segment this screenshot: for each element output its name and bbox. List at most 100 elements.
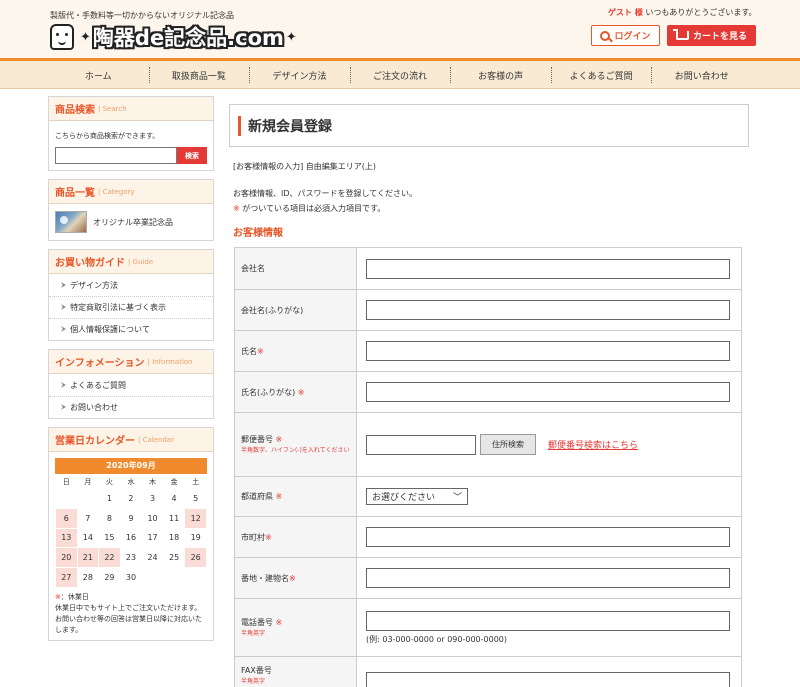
cart-icon: [672, 29, 689, 40]
view-cart-button[interactable]: カートを見る: [667, 25, 756, 46]
guest-name: ゲスト 様: [608, 8, 643, 17]
label-pref: 都道府県 ※: [234, 476, 357, 517]
nav-item-voices[interactable]: お客様の声: [450, 61, 551, 89]
form-row-company-kana: 会社名(ふりがな): [234, 289, 742, 331]
calendar-day: 15: [98, 527, 121, 549]
info-link-faq[interactable]: よくあるご質問: [49, 374, 213, 396]
calendar-blank: [55, 488, 78, 509]
label-name-kana: 氏名(ふりがな) ※: [234, 371, 357, 413]
street-input[interactable]: [366, 568, 730, 588]
info-link-contact[interactable]: お問い合わせ: [49, 396, 213, 418]
calendar-grid: 日月火水木金土 1 2 3 4 5 6 7 8 9 10 11 12 13 14 15 16 17 18 19 20 2…: [55, 474, 207, 588]
zip-input[interactable]: [366, 434, 476, 455]
form-row-city: 市町村※: [234, 516, 742, 558]
calendar-day: 3: [141, 488, 164, 509]
calendar-title: 営業日カレンダー: [55, 436, 135, 447]
calendar-day: 7: [76, 507, 100, 529]
calendar-day: 23: [119, 547, 143, 569]
nav-item-order-flow[interactable]: ご注文の流れ: [349, 61, 451, 89]
search-title: 商品検索: [55, 105, 95, 116]
info-box: インフォメーション | Information よくあるご質問 お問い合わせ: [48, 349, 214, 419]
search-input[interactable]: [55, 147, 177, 164]
category-item[interactable]: オリジナル卒業記念品: [49, 204, 213, 240]
tel-input[interactable]: [366, 610, 730, 631]
calendar-day: 9: [119, 507, 143, 529]
calendar-note: ※：休業日 休業日中でもサイト上でご注文いただけます。お問い合わせ等の回答は営業…: [55, 592, 207, 636]
site-logo[interactable]: ✦ 陶器de記念品.com ✦: [50, 22, 299, 52]
sidebar: 商品検索 | Search こちらから商品検索ができます。 検索 商品一覧 | …: [48, 96, 214, 649]
main-content: 新規会員登録 [お客様情報の入力] 自由編集エリア(上) お客様情報、ID、パス…: [229, 104, 749, 687]
nav-item-products[interactable]: 取扱商品一覧: [148, 61, 250, 89]
calendar-blank: [76, 488, 100, 509]
greeting-text: いつもありがとうございます。: [645, 8, 757, 17]
company-input[interactable]: [366, 258, 730, 279]
company-kana-input[interactable]: [366, 300, 730, 320]
nav-item-faq[interactable]: よくあるご質問: [550, 61, 652, 89]
city-input[interactable]: [366, 527, 730, 547]
page-title-text: 新規会員登録: [238, 115, 332, 136]
label-zip: 郵便番号 ※ 半角数字、ハイフン(-)を入れてください: [234, 412, 357, 477]
calendar-day: 12: [184, 507, 207, 529]
label-company: 会社名: [234, 247, 357, 290]
form-row-street: 番地・建物名※: [234, 557, 742, 599]
category-item-label: オリジナル卒業記念品: [93, 217, 173, 227]
name-kana-input[interactable]: [366, 382, 730, 402]
calendar-day: 17: [141, 527, 164, 549]
search-description: こちらから商品検索ができます。: [55, 132, 160, 140]
calendar-header: 営業日カレンダー | Calendar: [49, 428, 213, 452]
tel-note: 半角英字: [241, 630, 266, 637]
nav-item-home[interactable]: ホーム: [48, 61, 149, 89]
calendar-day: 5: [184, 488, 207, 509]
calendar-day: 26: [184, 547, 207, 569]
form-row-zip: 郵便番号 ※ 半角数字、ハイフン(-)を入れてください 住所検索 郵便番号検索は…: [234, 412, 742, 477]
site-tagline: 製版代・手数料等一切かからないオリジナル記念品: [50, 11, 234, 20]
calendar-day: 22: [98, 547, 121, 569]
login-label: ログイン: [614, 32, 651, 42]
search-button[interactable]: 検索: [177, 147, 207, 164]
label-company-kana: 会社名(ふりがな): [234, 289, 357, 331]
form-row-pref: 都道府県 ※ お選びください ﹀: [234, 476, 742, 517]
calendar-weekday: 火: [98, 474, 121, 489]
form-row-tel: 電話番号 ※ 半角英字 (例: 03-000-0000 or 090-000-0…: [234, 598, 742, 657]
form-row-fax: FAX番号 半角英字: [234, 656, 742, 687]
form-row-name: 氏名※: [234, 330, 742, 372]
guide-link-design[interactable]: デザイン方法: [49, 274, 213, 296]
name-input[interactable]: [366, 341, 730, 361]
calendar-blank: [162, 567, 186, 588]
label-city: 市町村※: [234, 516, 357, 558]
zip-search-link[interactable]: 郵便番号検索はこちら: [548, 438, 638, 451]
calendar-day: 1: [98, 488, 121, 509]
calendar-day: 13: [55, 527, 78, 549]
guide-box: お買い物ガイド | Guide デザイン方法 特定商取引法に基づく表示 個人情報…: [48, 249, 214, 341]
guide-link-privacy[interactable]: 個人情報保護について: [49, 318, 213, 340]
form-intro: お客様情報、ID、パスワードを登録してください。 ※ がついている項目は必須入力…: [229, 186, 749, 216]
guide-link-tokusho[interactable]: 特定商取引法に基づく表示: [49, 296, 213, 318]
site-header: 製版代・手数料等一切かからないオリジナル記念品 ✦ 陶器de記念品.com ✦ …: [0, 0, 800, 58]
calendar-day: 19: [184, 527, 207, 549]
calendar-day: 24: [141, 547, 164, 569]
nav-item-contact[interactable]: お問い合わせ: [651, 61, 752, 89]
calendar-weekday: 月: [76, 474, 100, 489]
intro-line-1: お客様情報、ID、パスワードを登録してください。: [233, 189, 418, 198]
nav-item-design[interactable]: デザイン方法: [249, 61, 350, 89]
calendar-day: 21: [76, 547, 100, 569]
login-button[interactable]: ログイン: [591, 25, 660, 46]
label-name: 氏名※: [234, 330, 357, 372]
guide-header: お買い物ガイド | Guide: [49, 250, 213, 274]
calendar-weekday: 水: [119, 474, 143, 489]
calendar-day: 16: [119, 527, 143, 549]
prefecture-select[interactable]: お選びください ﹀: [366, 488, 468, 505]
chevron-down-icon: ﹀: [452, 493, 462, 503]
calendar-day: 18: [162, 527, 186, 549]
label-fax: FAX番号 半角英字: [234, 656, 357, 687]
calendar-blank: [141, 567, 164, 588]
category-box: 商品一覧 | Category オリジナル卒業記念品: [48, 179, 214, 241]
calendar-month: 2020年09月: [55, 458, 207, 474]
holiday-legend: ：休業日: [60, 592, 89, 601]
fax-input[interactable]: [366, 671, 730, 687]
calendar-note-body: 休業日中でもサイト上でご注文いただけます。お問い合わせ等の回答は営業日以降に対応…: [55, 603, 202, 634]
address-search-button[interactable]: 住所検索: [480, 434, 536, 455]
calendar-weekday: 土: [184, 474, 207, 489]
mascot-icon: [50, 24, 74, 50]
key-icon: [600, 30, 611, 41]
